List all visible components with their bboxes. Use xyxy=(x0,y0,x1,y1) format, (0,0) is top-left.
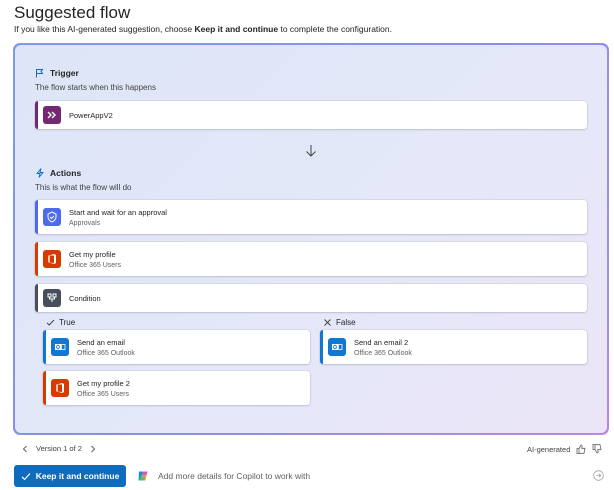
chevron-right-icon[interactable] xyxy=(90,445,96,453)
chevron-left-icon[interactable] xyxy=(22,445,28,453)
outlook-icon xyxy=(51,338,69,356)
outlook-icon xyxy=(328,338,346,356)
false-card-send-email-2[interactable]: Send an email 2 Office 365 Outlook xyxy=(320,330,587,364)
keep-button-label: Keep it and continue xyxy=(35,471,120,481)
action-card-name: Get my profile xyxy=(69,249,116,259)
action-card-name: Send an email xyxy=(77,337,125,347)
approvals-icon xyxy=(43,208,61,226)
branch-true-text: True xyxy=(59,318,76,327)
action-card-get-profile[interactable]: Get my profile Office 365 Users xyxy=(35,242,587,276)
action-card-name: Start and wait for an approval xyxy=(69,207,167,217)
trigger-heading-label: Trigger xyxy=(50,68,79,78)
branch-false-label: False xyxy=(323,318,356,327)
checkmark-icon xyxy=(46,319,55,326)
branch-false-text: False xyxy=(336,318,356,327)
card-accent-bar xyxy=(35,242,38,276)
condition-icon xyxy=(43,289,61,307)
copilot-icon xyxy=(138,471,148,481)
checkmark-icon xyxy=(21,472,31,480)
subtitle-post: to complete the configuration. xyxy=(278,24,392,34)
card-accent-bar xyxy=(43,330,46,364)
actions-description: This is what the flow will do xyxy=(35,183,132,192)
page-subtitle: If you like this AI-generated suggestion… xyxy=(14,24,392,34)
version-label: Version 1 of 2 xyxy=(36,444,82,453)
true-card-send-email[interactable]: Send an email Office 365 Outlook xyxy=(43,330,310,364)
lightning-icon xyxy=(36,168,44,178)
ai-generated-feedback: AI-generated xyxy=(527,444,602,454)
keep-it-and-continue-button[interactable]: Keep it and continue xyxy=(14,465,126,487)
send-arrow-icon[interactable] xyxy=(593,470,604,481)
copilot-input[interactable]: Add more details for Copilot to work wit… xyxy=(136,466,610,486)
trigger-card-name: PowerAppV2 xyxy=(69,110,113,120)
version-row: Version 1 of 2 AI-generated xyxy=(0,444,614,456)
subtitle-pre: If you like this AI-generated suggestion… xyxy=(14,24,195,34)
thumbs-down-icon[interactable] xyxy=(592,444,602,454)
action-card-connector: Office 365 Users xyxy=(69,261,122,269)
office365-icon xyxy=(43,250,61,268)
flag-icon xyxy=(36,69,44,78)
ai-generated-label: AI-generated xyxy=(527,444,571,454)
office365-icon xyxy=(51,379,69,397)
action-card-connector: Office 365 Users xyxy=(77,390,130,398)
action-card-approval[interactable]: Start and wait for an approval Approvals xyxy=(35,200,587,234)
actions-heading-label: Actions xyxy=(50,168,82,178)
trigger-heading: Trigger xyxy=(35,68,79,78)
action-card-name: Send an email 2 xyxy=(354,337,409,347)
action-card-connector: Office 365 Outlook xyxy=(77,349,135,357)
true-card-get-profile-2[interactable]: Get my profile 2 Office 365 Users xyxy=(43,371,310,405)
action-card-condition[interactable]: Condition xyxy=(35,284,587,312)
version-navigator: Version 1 of 2 xyxy=(22,444,96,453)
actions-heading: Actions xyxy=(35,168,81,178)
subtitle-bold: Keep it and continue xyxy=(194,24,279,34)
action-card-connector: Office 365 Outlook xyxy=(354,349,412,357)
page-title: Suggested flow xyxy=(14,3,131,22)
action-card-connector: Approvals xyxy=(69,219,101,227)
dismiss-icon xyxy=(324,319,331,326)
action-card-name: Condition xyxy=(69,293,101,303)
copilot-placeholder: Add more details for Copilot to work wit… xyxy=(158,471,311,481)
card-accent-bar xyxy=(35,101,38,129)
action-card-name: Get my profile 2 xyxy=(77,378,130,388)
card-accent-bar xyxy=(320,330,323,364)
trigger-description: The flow starts when this happens xyxy=(35,83,156,92)
thumbs-up-icon[interactable] xyxy=(576,444,586,454)
trigger-card[interactable]: PowerAppV2 xyxy=(35,101,587,129)
card-accent-bar xyxy=(35,284,38,312)
arrow-down-icon xyxy=(306,145,316,157)
branch-true-label: True xyxy=(46,318,75,327)
card-accent-bar xyxy=(43,371,46,405)
powerapps-icon xyxy=(43,106,61,124)
card-accent-bar xyxy=(35,200,38,234)
